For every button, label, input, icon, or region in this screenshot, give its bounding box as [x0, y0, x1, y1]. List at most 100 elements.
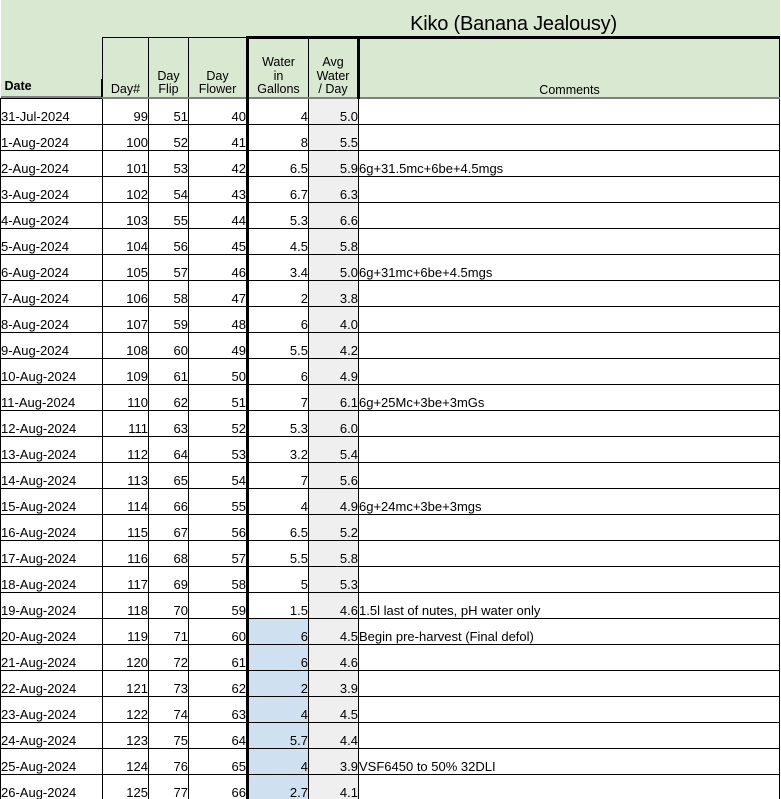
cell-comment[interactable]: [357, 123, 781, 151]
cell-day-number[interactable]: 108: [102, 331, 149, 359]
cell-day-flower[interactable]: 56: [188, 513, 248, 541]
cell-comment[interactable]: [357, 565, 781, 593]
cell-water-gallons[interactable]: 4: [246, 695, 309, 723]
cell-comment[interactable]: 6g+25Mc+3be+3mGs: [357, 383, 781, 411]
cell-date[interactable]: 2-Aug-2024: [0, 149, 103, 177]
cell-avg-water[interactable]: 4.2: [308, 331, 359, 359]
cell-date[interactable]: 3-Aug-2024: [0, 175, 103, 203]
cell-comment[interactable]: [357, 539, 781, 567]
cell-avg-water[interactable]: 6.0: [308, 409, 359, 437]
table-row[interactable]: 9-Aug-2024 108 60 49 5.5 4.2: [0, 331, 781, 359]
cell-comment[interactable]: 1.5l last of nutes, pH water only: [357, 591, 781, 619]
cell-avg-water[interactable]: 5.0: [308, 97, 359, 125]
cell-date[interactable]: 14-Aug-2024: [0, 461, 103, 489]
cell-date[interactable]: 5-Aug-2024: [0, 227, 103, 255]
cell-day-flip[interactable]: 67: [148, 513, 189, 541]
cell-day-flip[interactable]: 59: [148, 305, 189, 333]
cell-day-flower[interactable]: 51: [188, 383, 248, 411]
cell-day-flower[interactable]: 57: [188, 539, 248, 567]
cell-day-flower[interactable]: 58: [188, 565, 248, 593]
cell-day-flower[interactable]: 42: [188, 149, 248, 177]
cell-day-flip[interactable]: 70: [148, 591, 189, 619]
cell-avg-water[interactable]: 5.5: [308, 123, 359, 151]
table-row[interactable]: 26-Aug-2024 125 77 66 2.7 4.1: [0, 773, 781, 799]
cell-day-flower[interactable]: 62: [188, 669, 248, 697]
cell-day-flip[interactable]: 75: [148, 721, 189, 749]
cell-day-number[interactable]: 110: [102, 383, 149, 411]
cell-date[interactable]: 9-Aug-2024: [0, 331, 103, 359]
cell-date[interactable]: 11-Aug-2024: [0, 383, 103, 411]
cell-day-flower[interactable]: 40: [188, 97, 248, 125]
table-row[interactable]: 22-Aug-2024 121 73 62 2 3.9: [0, 669, 781, 697]
cell-date[interactable]: 17-Aug-2024: [0, 539, 103, 567]
cell-date[interactable]: 25-Aug-2024: [0, 747, 103, 775]
cell-comment[interactable]: [357, 227, 781, 255]
table-row[interactable]: 15-Aug-2024 114 66 55 4 4.9 6g+24mc+3be+3mgs: [0, 487, 781, 515]
cell-avg-water[interactable]: 4.5: [308, 695, 359, 723]
cell-comment[interactable]: [357, 175, 781, 203]
cell-water-gallons[interactable]: 6.5: [246, 513, 309, 541]
cell-date[interactable]: 24-Aug-2024: [0, 721, 103, 749]
cell-day-number[interactable]: 123: [102, 721, 149, 749]
table-row[interactable]: 7-Aug-2024 106 58 47 2 3.8: [0, 279, 781, 307]
cell-day-flower[interactable]: 45: [188, 227, 248, 255]
cell-date[interactable]: 23-Aug-2024: [0, 695, 103, 723]
cell-day-flower[interactable]: 65: [188, 747, 248, 775]
cell-day-number[interactable]: 103: [102, 201, 149, 229]
cell-water-gallons[interactable]: 8: [246, 123, 309, 151]
cell-day-flower[interactable]: 55: [188, 487, 248, 515]
cell-day-number[interactable]: 124: [102, 747, 149, 775]
cell-day-flower[interactable]: 66: [188, 773, 248, 799]
cell-day-flip[interactable]: 51: [148, 97, 189, 125]
cell-day-flower[interactable]: 47: [188, 279, 248, 307]
table-row[interactable]: 14-Aug-2024 113 65 54 7 5.6: [0, 461, 781, 489]
cell-avg-water[interactable]: 4.5: [308, 617, 359, 645]
cell-water-gallons[interactable]: 6.5: [246, 149, 309, 177]
cell-day-flip[interactable]: 68: [148, 539, 189, 567]
cell-avg-water[interactable]: 3.9: [308, 669, 359, 697]
cell-day-flower[interactable]: 60: [188, 617, 248, 645]
table-row[interactable]: 25-Aug-2024 124 76 65 4 3.9 VSF6450 to 50% 32D…: [0, 747, 781, 775]
table-row[interactable]: 17-Aug-2024 116 68 57 5.5 5.8: [0, 539, 781, 567]
cell-day-flip[interactable]: 69: [148, 565, 189, 593]
cell-day-flower[interactable]: 48: [188, 305, 248, 333]
cell-day-flower[interactable]: 63: [188, 695, 248, 723]
cell-comment[interactable]: [357, 409, 781, 437]
table-row[interactable]: 31-Jul-2024 99 51 40 4 5.0: [0, 97, 781, 125]
cell-day-flip[interactable]: 63: [148, 409, 189, 437]
cell-day-flip[interactable]: 61: [148, 357, 189, 385]
cell-date[interactable]: 6-Aug-2024: [0, 253, 103, 281]
cell-day-number[interactable]: 102: [102, 175, 149, 203]
cell-avg-water[interactable]: 4.1: [308, 773, 359, 799]
cell-avg-water[interactable]: 6.6: [308, 201, 359, 229]
cell-comment[interactable]: 6g+31mc+6be+4.5mgs: [357, 253, 781, 281]
cell-comment[interactable]: [357, 513, 781, 541]
cell-day-flip[interactable]: 52: [148, 123, 189, 151]
cell-date[interactable]: 20-Aug-2024: [0, 617, 103, 645]
cell-day-number[interactable]: 107: [102, 305, 149, 333]
cell-day-number[interactable]: 125: [102, 773, 149, 799]
cell-day-number[interactable]: 120: [102, 643, 149, 671]
table-row[interactable]: 4-Aug-2024 103 55 44 5.3 6.6: [0, 201, 781, 229]
cell-water-gallons[interactable]: 5.3: [246, 201, 309, 229]
cell-water-gallons[interactable]: 7: [246, 383, 309, 411]
cell-day-flip[interactable]: 57: [148, 253, 189, 281]
table-row[interactable]: 18-Aug-2024 117 69 58 5 5.3: [0, 565, 781, 593]
cell-day-flip[interactable]: 71: [148, 617, 189, 645]
cell-date[interactable]: 12-Aug-2024: [0, 409, 103, 437]
cell-avg-water[interactable]: 3.8: [308, 279, 359, 307]
cell-water-gallons[interactable]: 6: [246, 617, 309, 645]
cell-avg-water[interactable]: 5.4: [308, 435, 359, 463]
cell-water-gallons[interactable]: 5.5: [246, 539, 309, 567]
cell-avg-water[interactable]: 5.2: [308, 513, 359, 541]
cell-day-flower[interactable]: 54: [188, 461, 248, 489]
cell-water-gallons[interactable]: 6: [246, 305, 309, 333]
cell-date[interactable]: 22-Aug-2024: [0, 669, 103, 697]
cell-day-number[interactable]: 104: [102, 227, 149, 255]
cell-day-flip[interactable]: 66: [148, 487, 189, 515]
cell-date[interactable]: 26-Aug-2024: [0, 773, 103, 799]
cell-comment[interactable]: [357, 695, 781, 723]
cell-comment[interactable]: [357, 773, 781, 799]
cell-water-gallons[interactable]: 4: [246, 97, 309, 125]
cell-avg-water[interactable]: 4.9: [308, 487, 359, 515]
